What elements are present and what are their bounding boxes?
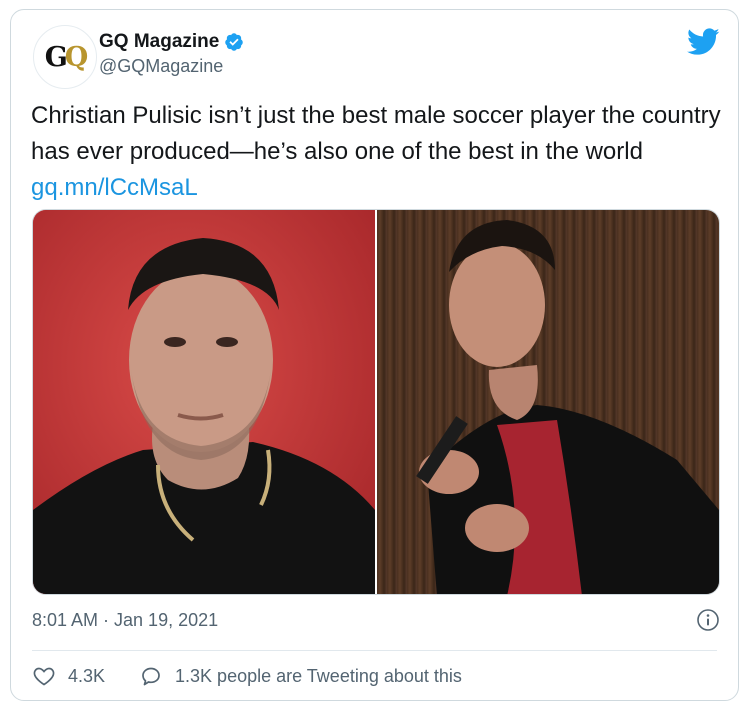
- photo-red-background[interactable]: [33, 210, 375, 594]
- heart-icon: [33, 667, 55, 686]
- portrait-illustration-left: [33, 210, 375, 594]
- author-display-name[interactable]: GQ Magazine: [99, 31, 219, 53]
- tweet-body: Christian Pulisic isn’t just the best ma…: [31, 102, 721, 165]
- author-name-row: GQ Magazine: [99, 31, 244, 53]
- speech-bubble-icon: [142, 667, 160, 686]
- tweet-link[interactable]: gq.mn/lCcMsaL: [31, 174, 198, 201]
- tweet-timestamp[interactable]: 8:01 AM · Jan 19, 2021: [32, 610, 218, 631]
- like-count: 4.3K: [68, 665, 106, 686]
- portrait-illustration-right: [416, 220, 719, 594]
- tweeting-about-text: 1.3K people are Tweeting about this: [175, 665, 462, 686]
- tweet-media[interactable]: [32, 209, 720, 595]
- author-handle[interactable]: @GQMagazine: [99, 56, 223, 77]
- tweeting-about-button[interactable]: 1.3K people are Tweeting about this: [139, 664, 462, 688]
- tweet-actions: 4.3K 1.3K people are Tweeting about this: [32, 664, 462, 688]
- like-button[interactable]: 4.3K: [32, 664, 105, 688]
- twitter-bird-icon[interactable]: [687, 28, 720, 56]
- divider: [32, 650, 717, 651]
- info-icon[interactable]: [696, 608, 720, 632]
- verified-badge-icon: [225, 33, 244, 51]
- photo-brown-curtain[interactable]: [377, 210, 719, 594]
- tweet-card[interactable]: GQ GQ Magazine @GQMagazine Christian Pul…: [10, 9, 739, 701]
- avatar[interactable]: GQ: [33, 25, 97, 89]
- tweet-text: Christian Pulisic isn’t just the best ma…: [31, 98, 721, 206]
- gq-logo: GQ: [44, 41, 89, 73]
